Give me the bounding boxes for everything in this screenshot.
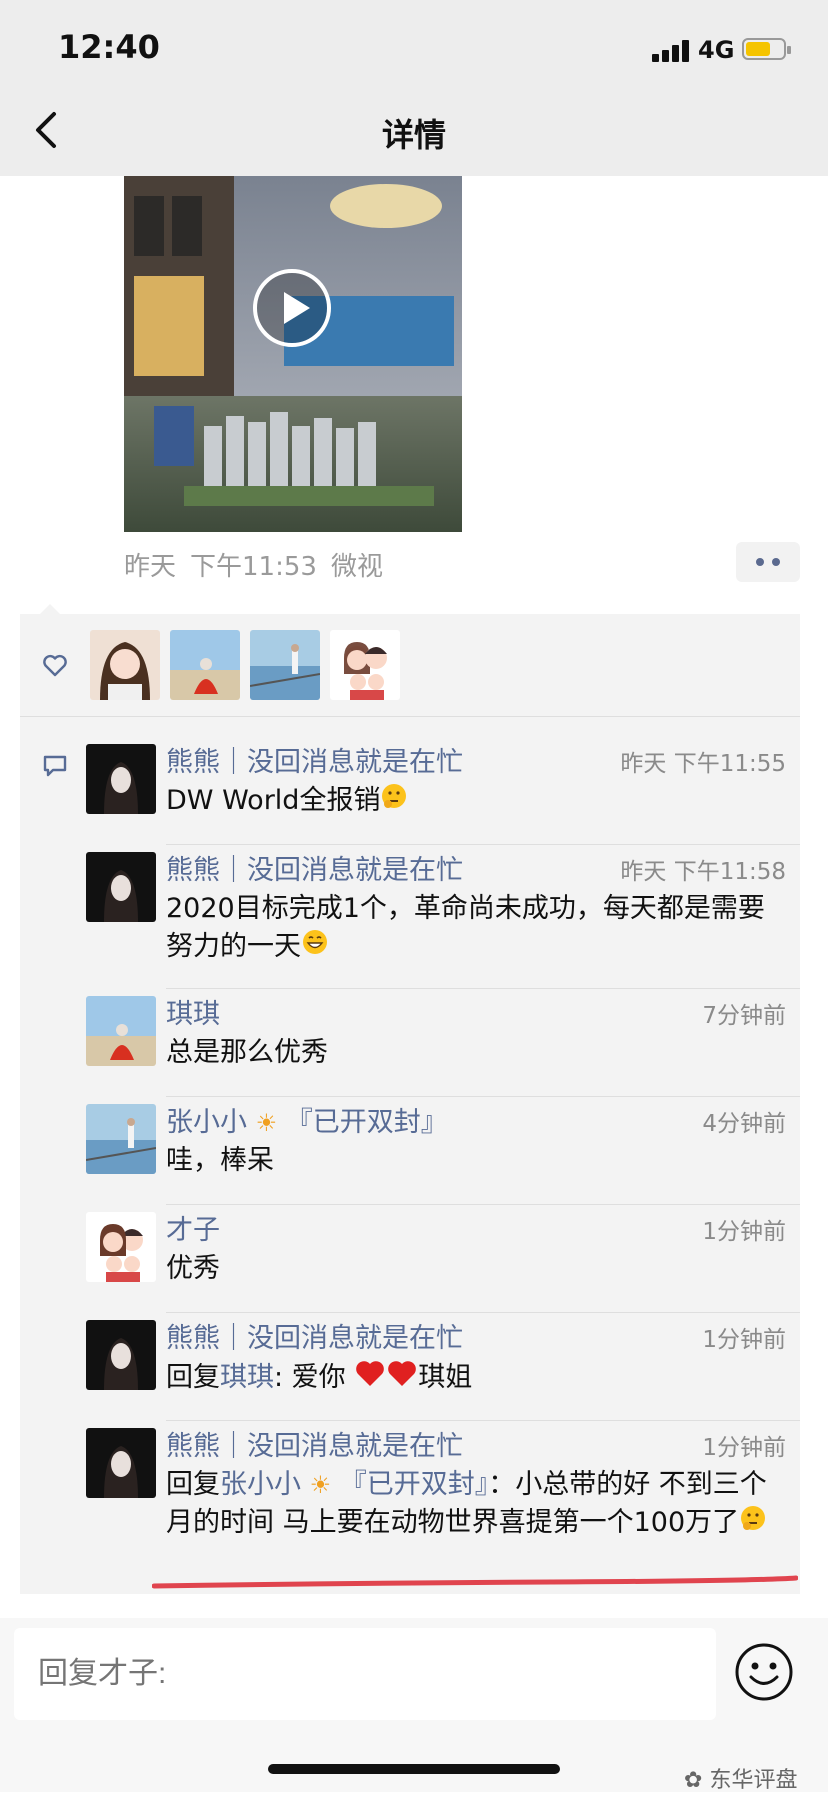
commenter-avatar[interactable]: [86, 1428, 156, 1498]
red-heart-icon: [354, 1358, 386, 1399]
heart-icon: [43, 654, 67, 677]
comment-divider: [166, 844, 800, 845]
like-avatar[interactable]: [330, 630, 400, 700]
nav-bar: 详情: [0, 90, 828, 176]
dot-icon: [772, 558, 780, 566]
video-thumbnail[interactable]: [124, 176, 462, 532]
reply-input[interactable]: [14, 1628, 716, 1720]
grin-emoji-icon: [301, 928, 329, 967]
commenter-name[interactable]: 才子: [166, 1208, 220, 1247]
comment-divider: [166, 988, 800, 989]
comment-divider: [166, 1096, 800, 1097]
play-button[interactable]: [252, 268, 332, 348]
comment-text: 回复琪琪: 爱你 琪姐: [166, 1358, 786, 1399]
play-icon: [253, 269, 331, 347]
sun-emoji-icon: ☀: [255, 1109, 278, 1137]
home-indicator: [268, 1764, 560, 1774]
commenter-avatar[interactable]: [86, 996, 156, 1066]
battery-icon: [742, 38, 791, 60]
comment-divider: [166, 1312, 800, 1313]
post-time: 下午11:53: [190, 552, 317, 582]
signal-icon: [652, 40, 692, 62]
sun-emoji-icon: ☀: [309, 1471, 332, 1499]
post-date: 昨天: [124, 552, 177, 582]
emoji-button[interactable]: [734, 1642, 794, 1702]
comment-text: 哇，棒呆: [166, 1145, 274, 1176]
panel-arrow: [40, 604, 60, 614]
commenter-avatar[interactable]: [86, 1104, 156, 1174]
reply-bar: ✿ 东华评盘: [0, 1618, 828, 1793]
reply-target-link[interactable]: 张小小 ☀ 『已开双封』: [220, 1469, 488, 1500]
status-bar: 12:40 4G: [0, 0, 828, 90]
comment-time: 4分钟前: [702, 1111, 786, 1137]
post-meta: 昨天 下午11:53 微视: [124, 546, 397, 583]
comment-divider: [166, 1204, 800, 1205]
comment-text: 回复张小小 ☀ 『已开双封』：小总带的好 不到三个月的时间 马上要在动物世界喜提…: [166, 1466, 786, 1543]
post-source: 微视: [330, 552, 383, 582]
commenter-name[interactable]: 熊熊｜没回消息就是在忙: [166, 1316, 463, 1355]
comment-time: 昨天 下午11:58: [620, 859, 786, 885]
comment-time: 7分钟前: [702, 1003, 786, 1029]
comment-divider: [166, 1420, 800, 1421]
comment-text: 优秀: [166, 1253, 220, 1284]
comment-time: 1分钟前: [702, 1219, 786, 1245]
likes-row: [20, 614, 800, 716]
divider: [20, 716, 800, 717]
comment-text: 总是那么优秀: [166, 1037, 328, 1068]
comment-text: 2020目标完成1个，革命尚未成功，每天都是需要努力的一天: [166, 890, 786, 967]
thinking-emoji-icon: [380, 782, 408, 821]
comment-time: 昨天 下午11:55: [620, 751, 786, 777]
smiley-icon: [735, 1643, 793, 1701]
red-heart-icon: [386, 1358, 418, 1399]
wechat-logo-icon: ✿: [684, 1768, 703, 1793]
interaction-panel: 熊熊｜没回消息就是在忙 昨天 下午11:55 DW World全报销 熊熊｜没回…: [20, 614, 800, 1594]
commenter-avatar[interactable]: [86, 744, 156, 814]
comment-text: DW World全报销: [166, 782, 786, 821]
reply-target-link[interactable]: 琪琪: [220, 1362, 274, 1393]
network-type: 4G: [698, 36, 735, 64]
red-underline-annotation: [152, 1575, 798, 1589]
page-title: 详情: [381, 116, 446, 154]
status-time: 12:40: [58, 28, 160, 66]
commenter-name[interactable]: 琪琪: [166, 992, 220, 1031]
commenter-avatar[interactable]: [86, 1212, 156, 1282]
like-avatar[interactable]: [170, 630, 240, 700]
like-avatar[interactable]: [250, 630, 320, 700]
commenter-avatar[interactable]: [86, 1320, 156, 1390]
like-avatar[interactable]: [90, 630, 160, 700]
comment-time: 1分钟前: [702, 1327, 786, 1353]
commenter-avatar[interactable]: [86, 852, 156, 922]
comment-time: 1分钟前: [702, 1435, 786, 1461]
commenter-name[interactable]: 熊熊｜没回消息就是在忙: [166, 848, 463, 887]
comment-icon: [43, 755, 67, 777]
commenter-name[interactable]: 熊熊｜没回消息就是在忙: [166, 740, 463, 779]
commenter-name[interactable]: 张小小 ☀ 『已开双封』: [166, 1100, 448, 1139]
dot-icon: [756, 558, 764, 566]
video-frame-image: [124, 176, 462, 532]
thinking-emoji-icon: [739, 1504, 767, 1543]
commenter-name[interactable]: 熊熊｜没回消息就是在忙: [166, 1424, 463, 1463]
watermark: ✿ 东华评盘: [684, 1768, 798, 1793]
more-actions-button[interactable]: [736, 542, 800, 582]
